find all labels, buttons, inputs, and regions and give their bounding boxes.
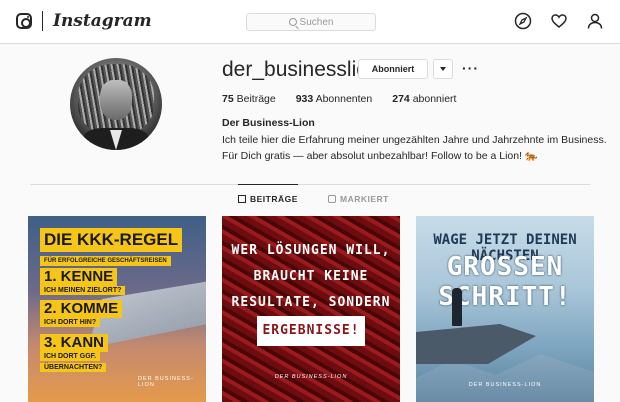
stat-following-label: abonniert (412, 93, 457, 105)
nav-icons (514, 12, 604, 30)
rule-note-3: ICH DORT GGF. (40, 352, 101, 361)
following-button[interactable]: Abonniert (358, 59, 428, 79)
bio-line-2: Für Dich gratis — aber absolut unbezahlb… (222, 150, 538, 162)
bio-line-1: Ich teile hier die Erfahrung meiner unge… (222, 134, 607, 146)
top-navigation-bar: Instagram Suchen (0, 0, 620, 44)
chevron-down-icon (440, 67, 446, 71)
tab-posts[interactable]: BEITRÄGE (238, 184, 298, 212)
search-input[interactable]: Suchen (246, 13, 376, 31)
hiker-figure (452, 288, 462, 326)
search-placeholder: Suchen (299, 16, 334, 28)
lion-face (100, 80, 132, 120)
stat-followers-label: Abonnenten (315, 93, 373, 105)
quote-line-4: ERGEBNISSE! (257, 316, 365, 346)
post-title: DIE KKK-REGEL (40, 228, 183, 252)
tab-posts-label: BEITRÄGE (250, 193, 298, 204)
cliff-image (416, 324, 536, 364)
stat-posts-count: 75 (222, 93, 234, 105)
bio-name: Der Business-Lion (222, 117, 315, 129)
post-brand: DER BUSINESS-LION (468, 382, 542, 388)
stat-followers[interactable]: 933 Abonnenten (296, 93, 373, 105)
camera-icon (16, 13, 32, 29)
post-grossen-schritt[interactable]: WAGE JETZT DEINEN NÄCHSTEN GROSSEN SCHRI… (416, 216, 594, 402)
logo-divider (42, 11, 43, 31)
rule-note-2: ICH DORT HIN? (40, 318, 101, 327)
rule-note-1: ICH MEINEN ZIELORT? (40, 286, 126, 295)
bio-text: Ich teile hier die Erfahrung meiner unge… (222, 132, 612, 164)
quote-line-2: BRAUCHT KEINE (253, 269, 369, 284)
heart-icon[interactable] (550, 12, 568, 30)
more-options-button[interactable]: ··· (462, 60, 479, 76)
tag-icon (328, 195, 336, 203)
post-quote: WER LÖSUNGEN WILL, BRAUCHT KEINE RESULTA… (222, 238, 400, 346)
search-icon (288, 18, 297, 26)
rule-item-3: 3. KANN (40, 334, 109, 352)
post-kkk-regel[interactable]: DIE KKK-REGEL FÜR ERFOLGREICHE GESCHÄFTS… (28, 216, 206, 402)
profile-username: der_businesslion (222, 58, 380, 81)
post-loesungen[interactable]: WER LÖSUNGEN WILL, BRAUCHT KEINE RESULTA… (222, 216, 400, 402)
post-brand: DER BUSINESS-LION (274, 374, 348, 380)
compass-icon[interactable] (514, 12, 532, 30)
post-headline-2: GROSSEN SCHRITT! (438, 252, 572, 312)
tab-tagged-label: MARKIERT (340, 194, 389, 204)
instagram-logo[interactable]: Instagram (16, 11, 152, 31)
rule-note-3b: ÜBERNACHTEN? (40, 363, 107, 372)
grid-icon (238, 194, 246, 203)
posts-grid: DIE KKK-REGEL FÜR ERFOLGREICHE GESCHÄFTS… (28, 216, 594, 402)
suggestions-dropdown-button[interactable] (433, 59, 453, 79)
post-brand: DER BUSINESS-LION (138, 376, 194, 388)
profile-stats: 75 Beiträge 933 Abonnenten 274 abonniert (222, 93, 456, 105)
rule-item-1: 1. KENNE (40, 268, 118, 286)
stat-following-count: 274 (392, 93, 410, 105)
profile-header: der_businesslion Abonniert ··· 75 Beiträ… (0, 44, 620, 184)
stat-following[interactable]: 274 abonniert (392, 93, 456, 105)
post-subtitle: FÜR ERFOLGREICHE GESCHÄFTSREISEN (40, 256, 171, 266)
instagram-wordmark: Instagram (53, 11, 152, 31)
tab-tagged[interactable]: MARKIERT (328, 185, 389, 213)
profile-icon[interactable] (586, 12, 604, 30)
avatar[interactable] (70, 58, 162, 150)
quote-line-3: RESULTATE, SONDERN (231, 295, 391, 310)
stat-posts: 75 Beiträge (222, 93, 276, 105)
stat-followers-count: 933 (295, 93, 314, 105)
quote-line-1: WER LÖSUNGEN WILL, (231, 243, 391, 258)
rule-item-2: 2. KOMME (40, 300, 123, 318)
profile-tabs: BEITRÄGE MARKIERT (30, 184, 590, 212)
stat-posts-label: Beiträge (236, 93, 276, 105)
